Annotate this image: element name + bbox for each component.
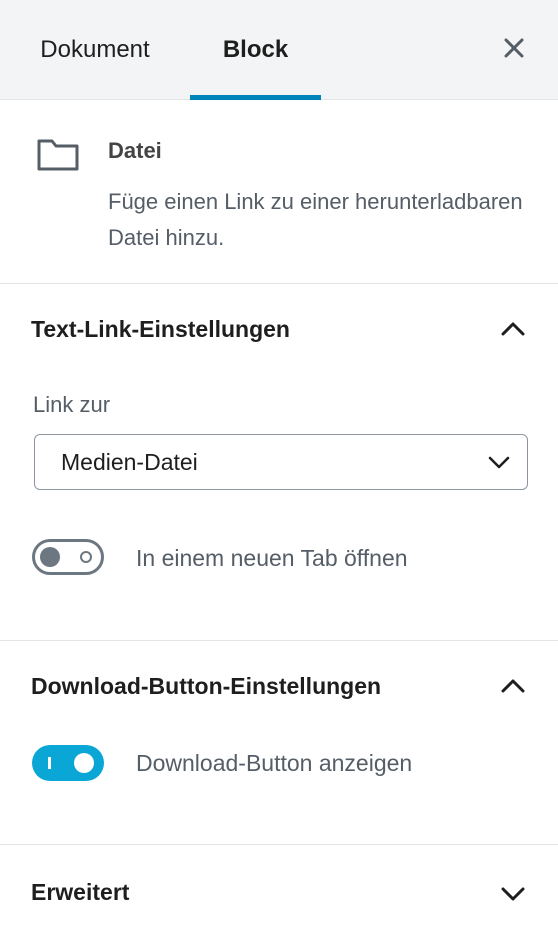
text-link-settings-toggle[interactable]: Text-Link-Einstellungen bbox=[0, 284, 558, 380]
panel-title: Text-Link-Einstellungen bbox=[31, 316, 290, 342]
new-tab-toggle[interactable] bbox=[32, 539, 104, 575]
close-icon bbox=[503, 37, 525, 64]
download-button-settings-panel: Download-Button-Einstellungen Download-B… bbox=[0, 641, 558, 845]
panel-title: Erweitert bbox=[31, 879, 130, 905]
block-card: Datei Füge einen Link zu einer herunterl… bbox=[0, 100, 558, 284]
chevron-down-icon bbox=[487, 454, 511, 475]
link-to-value: Medien-Datei bbox=[61, 449, 198, 475]
link-to-label: Link zur bbox=[33, 392, 111, 417]
sidebar-tabs: Dokument Block bbox=[0, 0, 558, 100]
block-description: Füge einen Link zu einer herunterladbare… bbox=[108, 189, 523, 250]
download-settings-toggle[interactable]: Download-Button-Einstellungen bbox=[0, 641, 558, 737]
toggle-off-indicator bbox=[80, 551, 92, 563]
chevron-up-icon bbox=[500, 677, 526, 700]
folder-icon bbox=[36, 138, 80, 177]
show-download-button-toggle[interactable] bbox=[32, 745, 104, 781]
close-button[interactable] bbox=[494, 30, 534, 70]
tab-block[interactable]: Block bbox=[190, 0, 321, 100]
link-to-select[interactable]: Medien-Datei bbox=[34, 434, 528, 490]
toggle-knob bbox=[40, 547, 60, 567]
chevron-down-icon bbox=[500, 885, 526, 908]
advanced-panel: Erweitert bbox=[0, 845, 558, 938]
advanced-toggle[interactable]: Erweitert bbox=[0, 845, 558, 938]
toggle-on-indicator bbox=[48, 757, 51, 769]
panel-title: Download-Button-Einstellungen bbox=[31, 673, 382, 699]
block-title: Datei bbox=[108, 138, 162, 163]
show-download-button-label: Download-Button anzeigen bbox=[136, 750, 413, 776]
new-tab-label: In einem neuen Tab öffnen bbox=[136, 545, 408, 571]
text-link-settings-panel: Text-Link-Einstellungen Link zur Medien-… bbox=[0, 284, 558, 641]
toggle-knob bbox=[74, 753, 94, 773]
chevron-up-icon bbox=[500, 320, 526, 343]
tab-document[interactable]: Dokument bbox=[20, 0, 170, 100]
